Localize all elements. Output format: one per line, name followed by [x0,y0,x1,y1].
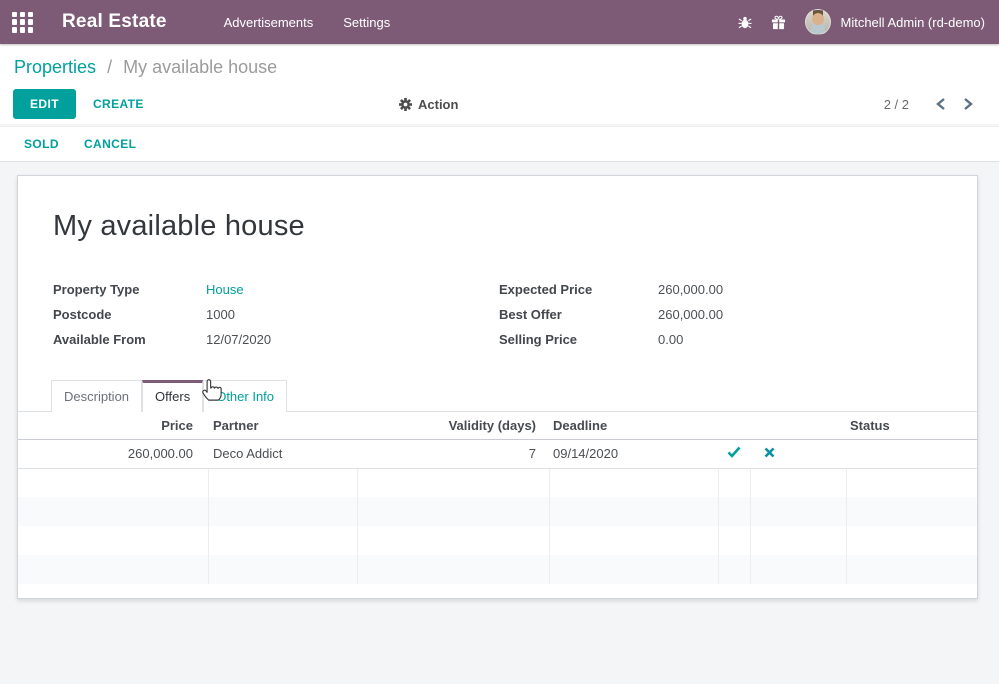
offer-row[interactable]: 260,000.00 Deco Addict 7 09/14/2020 [18,439,977,468]
field-value: 260,000.00 [658,282,723,297]
empty-row [18,497,977,526]
breadcrumb: Properties / My available house [0,44,999,84]
tab-description[interactable]: Description [51,380,142,412]
field-group-left: Property Type House Postcode 1000 Availa… [53,277,499,352]
empty-row [18,468,977,497]
apps-grid-icon[interactable] [12,12,33,33]
field-expected-price: Expected Price 260,000.00 [499,277,723,302]
field-label: Selling Price [499,332,658,347]
tab-strip: Description Offers Other Info [18,380,977,412]
pager-value: 2 / 2 [884,97,909,112]
offer-partner[interactable]: Deco Addict [208,439,357,468]
field-value: 1000 [206,307,235,322]
field-postcode: Postcode 1000 [53,302,499,327]
user-name[interactable]: Mitchell Admin (rd-demo) [841,15,986,30]
navbar-right: Mitchell Admin (rd-demo) [738,9,986,35]
refuse-offer-button[interactable] [750,439,846,468]
field-label: Expected Price [499,282,658,297]
field-groups: Property Type House Postcode 1000 Availa… [53,277,942,352]
field-value: 0.00 [658,332,683,347]
user-avatar[interactable] [805,9,831,35]
field-best-offer: Best Offer 260,000.00 [499,302,723,327]
x-icon [764,447,775,458]
column-header-price[interactable]: Price [18,412,208,439]
control-panel: EDIT CREATE Action 2 / 2 [0,84,999,124]
cancel-button[interactable]: CANCEL [84,137,136,151]
breadcrumb-properties-link[interactable]: Properties [14,57,96,77]
edit-button[interactable]: EDIT [13,89,76,119]
field-label: Property Type [53,282,206,297]
field-label: Best Offer [499,307,658,322]
empty-row [18,526,977,555]
field-property-type: Property Type House [53,277,499,302]
breadcrumb-current: My available house [123,57,277,77]
gift-icon[interactable] [771,15,786,30]
accept-offer-button[interactable] [718,439,750,468]
field-selling-price: Selling Price 0.00 [499,327,723,352]
nav-menu-advertisements[interactable]: Advertisements [222,11,316,34]
form-sheet: My available house Property Type House P… [17,175,978,599]
app-brand[interactable]: Real Estate [62,11,167,33]
field-available-from: Available From 12/07/2020 [53,327,499,352]
offers-header-row: Price Partner Validity (days) Deadline S… [18,412,977,439]
nav-menu-settings[interactable]: Settings [341,11,392,34]
column-header-validity[interactable]: Validity (days) [357,412,549,439]
empty-row [18,555,977,584]
bug-icon[interactable] [738,15,752,30]
column-header-refuse [750,412,846,439]
offer-status-cell [846,439,977,468]
property-type-link[interactable]: House [206,282,244,297]
offer-deadline[interactable]: 09/14/2020 [549,439,718,468]
column-header-status[interactable]: Status [846,412,977,439]
chevron-left-icon[interactable] [935,97,947,111]
sold-button[interactable]: SOLD [24,137,59,151]
notebook: Description Offers Other Info Price Part… [18,380,977,584]
offer-price[interactable]: 260,000.00 [18,439,208,468]
field-label: Available From [53,332,206,347]
field-value: 12/07/2020 [206,332,271,347]
form-statusbar: SOLD CANCEL [0,126,999,162]
column-header-accept [718,412,750,439]
breadcrumb-separator: / [107,57,112,77]
pager: 2 / 2 [884,97,999,112]
column-header-deadline[interactable]: Deadline [549,412,718,439]
page-title: My available house [53,210,942,243]
offer-validity[interactable]: 7 [357,439,549,468]
field-group-right: Expected Price 260,000.00 Best Offer 260… [499,277,723,352]
action-menu-button[interactable]: Action [399,97,458,112]
tab-other-info[interactable]: Other Info [203,380,287,412]
tab-offers[interactable]: Offers [142,380,203,412]
field-value: 260,000.00 [658,307,723,322]
top-navbar: Real Estate Advertisements Settings [0,0,999,44]
check-icon [727,446,741,458]
gear-icon [399,98,412,111]
nav-menus: Advertisements Settings [222,11,393,34]
action-menu-label: Action [418,97,458,112]
field-label: Postcode [53,307,206,322]
chevron-right-icon[interactable] [962,97,974,111]
column-header-partner[interactable]: Partner [208,412,357,439]
create-button[interactable]: CREATE [93,97,144,111]
offers-table: Price Partner Validity (days) Deadline S… [18,412,977,584]
